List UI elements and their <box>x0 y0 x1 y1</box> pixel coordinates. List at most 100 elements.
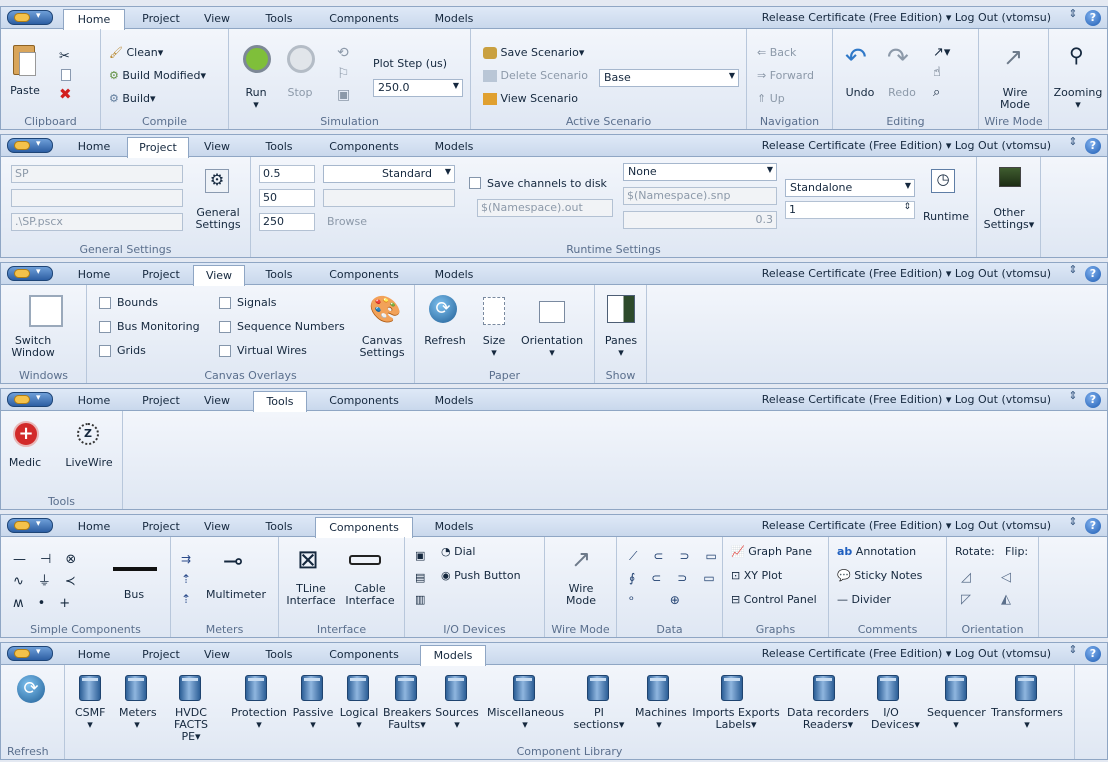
paste-button[interactable]: Paste <box>5 85 45 97</box>
tab-view[interactable]: View <box>197 9 237 29</box>
multimeter-button[interactable]: Multimeter <box>203 589 269 601</box>
help-icon[interactable]: ? <box>1085 518 1101 534</box>
orientation-icons[interactable]: ◿◁ ◸◭ <box>961 567 1041 611</box>
application-menu-button[interactable]: ▾ <box>7 266 53 281</box>
logout-link[interactable]: ▾ Log Out (vtomsu) <box>946 267 1051 280</box>
library-button-meters[interactable]: Meters ▾ <box>119 707 157 731</box>
xy-plot-button[interactable]: ⊡ XY Plot <box>731 569 782 582</box>
tab-view[interactable]: View <box>197 517 237 537</box>
help-icon[interactable]: ? <box>1085 392 1101 408</box>
cut-icon[interactable]: ✂ <box>59 49 70 64</box>
library-button-pi-sections[interactable]: PI sections▾ <box>573 707 625 731</box>
tab-view[interactable]: View <box>197 645 237 665</box>
delete-scenario-button[interactable]: Delete Scenario <box>483 69 588 82</box>
bus-button[interactable]: Bus <box>117 589 151 601</box>
tab-home[interactable]: Home <box>63 9 125 30</box>
scenario-select[interactable]: Base ▼ <box>599 69 739 87</box>
redo-button[interactable]: Redo <box>885 87 919 99</box>
help-icon[interactable]: ? <box>1085 138 1101 154</box>
runtime-spinbox[interactable]: 1 ⇕ <box>785 201 915 219</box>
tab-tools[interactable]: Tools <box>259 645 299 665</box>
library-button-machines[interactable]: Machines ▾ <box>635 707 687 731</box>
canvas-settings-button[interactable]: Canvas Settings <box>355 335 409 359</box>
project-description-field[interactable] <box>11 189 183 207</box>
tab-models[interactable]: Models <box>426 517 482 537</box>
minimize-ribbon-icon[interactable]: ⇕ <box>1066 8 1080 25</box>
paper-size-button[interactable]: Size ▾ <box>477 335 511 359</box>
tab-components[interactable]: Components <box>321 265 407 285</box>
application-menu-button[interactable]: ▾ <box>7 138 53 153</box>
library-button-data-recorders[interactable]: Data recorders Readers▾ <box>787 707 869 731</box>
library-button-passive[interactable]: Passive ▾ <box>291 707 335 731</box>
library-button-miscellaneous[interactable]: Miscellaneous ▾ <box>487 707 564 731</box>
sequence-numbers-checkbox[interactable] <box>219 321 231 333</box>
other-settings-button[interactable]: Other Settings▾ <box>981 207 1037 231</box>
logout-link[interactable]: ▾ Log Out (vtomsu) <box>946 519 1051 532</box>
orientation-button[interactable]: Orientation ▾ <box>519 335 585 359</box>
refresh-button[interactable]: Refresh <box>423 335 467 347</box>
simulation-tool-icons[interactable]: ⟲ ⚐ ▣ <box>337 43 350 106</box>
minimize-ribbon-icon[interactable]: ⇕ <box>1066 516 1080 533</box>
meter-icons[interactable]: ⇉ ⇡ ⇡ <box>181 549 191 609</box>
grids-checkbox[interactable] <box>99 345 111 357</box>
clean-button[interactable]: 🖌 Clean▾ <box>109 46 163 59</box>
minimize-ribbon-icon[interactable]: ⇕ <box>1066 644 1080 661</box>
logout-link[interactable]: ▾ Log Out (vtomsu) <box>946 647 1051 660</box>
forward-button[interactable]: ⇒ Forward <box>757 69 814 82</box>
view-scenario-button[interactable]: View Scenario <box>483 92 578 105</box>
runtime-field-2[interactable]: 50 <box>259 189 315 207</box>
tab-models[interactable]: Models <box>426 9 482 29</box>
library-button-transformers[interactable]: Transformers ▾ <box>987 707 1067 731</box>
bounds-checkbox[interactable] <box>99 297 111 309</box>
minimize-ribbon-icon[interactable]: ⇕ <box>1066 264 1080 281</box>
logout-link[interactable]: ▾ Log Out (vtomsu) <box>946 11 1051 24</box>
run-button[interactable]: Run ▾ <box>241 87 271 111</box>
tline-interface-button[interactable]: TLine Interface <box>281 583 341 607</box>
standalone-select[interactable]: Standalone ▼ <box>785 179 915 197</box>
control-panel-button[interactable]: ⊟ Control Panel <box>731 593 817 606</box>
editing-tool-icons[interactable]: ↗▾ ☝ ⌕ <box>933 43 950 103</box>
panes-button[interactable]: Panes ▾ <box>601 335 641 359</box>
tab-tools[interactable]: Tools <box>259 137 299 157</box>
output-file-field[interactable]: $(Namespace).out <box>477 199 613 217</box>
save-channels-checkbox[interactable] <box>469 177 481 189</box>
tab-tools[interactable]: Tools <box>259 265 299 285</box>
library-button-breakers[interactable]: Breakers Faults▾ <box>383 707 431 731</box>
library-button-protection[interactable]: Protection ▾ <box>231 707 287 731</box>
signals-checkbox[interactable] <box>219 297 231 309</box>
virtual-wires-checkbox[interactable] <box>219 345 231 357</box>
tab-home[interactable]: Home <box>73 137 115 157</box>
bus-monitoring-checkbox[interactable] <box>99 321 111 333</box>
standard-select[interactable]: Standard ▼ <box>323 165 455 183</box>
simple-component-icons[interactable]: —⊣⊗ ∿⏚≺ ʍ•+ <box>13 549 90 615</box>
tab-tools[interactable]: Tools <box>259 517 299 537</box>
library-button-io-devices[interactable]: I/O Devices▾ <box>871 707 920 731</box>
tab-components[interactable]: Components <box>315 517 413 538</box>
snapshot-select[interactable]: None ▼ <box>623 163 777 181</box>
runtime-field-1[interactable]: 0.5 <box>259 165 315 183</box>
tab-models[interactable]: Models <box>426 391 482 411</box>
io-device-icons[interactable]: ▣ ▤ ▥ <box>415 545 425 611</box>
medic-button[interactable]: Medic <box>7 457 43 469</box>
tab-models[interactable]: Models <box>426 265 482 285</box>
browse-button[interactable]: Browse <box>327 215 367 228</box>
up-button[interactable]: ⇑ Up <box>757 92 785 105</box>
tab-view[interactable]: View <box>197 391 237 411</box>
tab-tools[interactable]: Tools <box>253 391 307 412</box>
tab-home[interactable]: Home <box>73 265 115 285</box>
library-button-csmf[interactable]: CSMF ▾ <box>75 707 105 731</box>
zooming-button[interactable]: Zooming ▾ <box>1053 87 1103 111</box>
plot-step-select[interactable]: 250.0 ▼ <box>373 79 463 97</box>
tab-tools[interactable]: Tools <box>259 9 299 29</box>
application-menu-button[interactable]: ▾ <box>7 646 53 661</box>
tab-components[interactable]: Components <box>321 9 407 29</box>
livewire-button[interactable]: LiveWire <box>65 457 113 469</box>
minimize-ribbon-icon[interactable]: ⇕ <box>1066 390 1080 407</box>
general-settings-button[interactable]: General Settings <box>191 207 245 231</box>
wire-mode-button[interactable]: Wire Mode <box>997 87 1033 111</box>
spin-arrows-icon[interactable]: ⇕ <box>903 202 911 212</box>
sticky-notes-button[interactable]: 💬 Sticky Notes <box>837 569 922 582</box>
library-button-hvdc[interactable]: HVDC FACTS PE▾ <box>165 707 217 743</box>
build-modified-button[interactable]: ⚙ Build Modified▾ <box>109 69 206 82</box>
switch-window-button[interactable]: Switch Window <box>11 335 55 359</box>
